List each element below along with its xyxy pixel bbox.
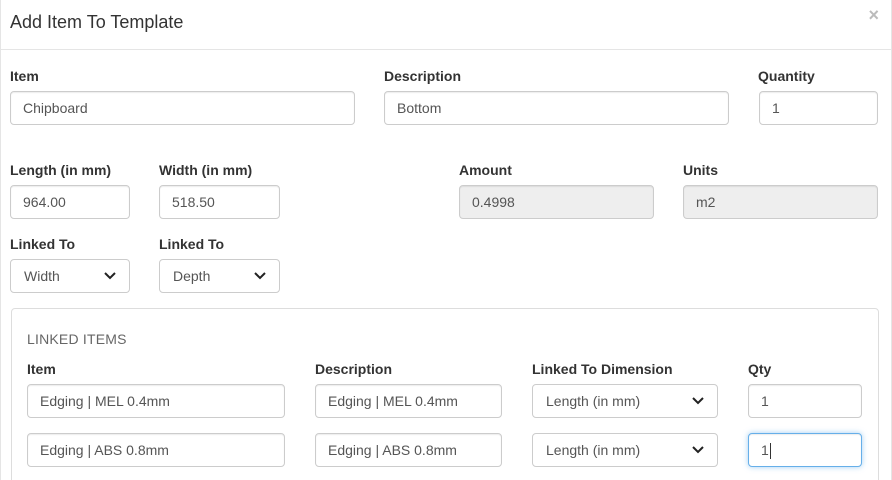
units-label: Units [683,162,718,178]
modal-header: Add Item To Template × [1,0,891,50]
linked-to-width-label: Linked To [10,236,76,252]
linked-dimension-select[interactable]: Length (in mm) [532,384,718,418]
text-caret [769,443,771,460]
linked-to-depth-select[interactable]: Depth [159,259,280,293]
linked-dimension-select[interactable]: Length (in mm) [532,433,718,467]
description-label: Description [384,68,462,84]
item-label: Item [10,68,39,84]
amount-field [459,185,654,219]
linked-description-header: Description [315,361,393,377]
linked-description-input[interactable] [315,384,502,418]
chevron-down-icon [254,272,266,280]
linked-to-depth-label: Linked To [159,236,225,252]
linked-qty-input-focused[interactable]: 1 [748,433,862,467]
linked-qty-input[interactable] [748,384,862,418]
quantity-input[interactable] [759,91,878,125]
length-input[interactable] [10,185,130,219]
add-item-modal: Add Item To Template × Item Description … [0,0,892,480]
linked-dimension-value: Length (in mm) [546,442,641,458]
linked-qty-value: 1 [761,442,769,458]
linked-to-width-value: Width [24,268,60,284]
description-input[interactable] [384,91,729,125]
width-label: Width (in mm) [159,162,253,178]
linked-dimension-value: Length (in mm) [546,393,641,409]
width-input[interactable] [159,185,280,219]
linked-items-panel: LINKED ITEMS Item Description Linked To … [11,308,879,480]
linked-item-input[interactable] [27,433,285,467]
chevron-down-icon [692,446,704,454]
linked-to-depth-value: Depth [173,268,211,284]
amount-label: Amount [459,162,512,178]
chevron-down-icon [104,272,116,280]
chevron-down-icon [692,397,704,405]
linked-item-header: Item [27,361,56,377]
modal-title: Add Item To Template [10,12,184,32]
linked-item-input[interactable] [27,384,285,418]
close-icon[interactable]: × [868,6,879,24]
length-label: Length (in mm) [10,162,112,178]
quantity-label: Quantity [758,68,815,84]
linked-description-input[interactable] [315,433,502,467]
linked-to-width-select[interactable]: Width [10,259,130,293]
linked-items-title: LINKED ITEMS [27,331,127,347]
item-input[interactable] [10,91,355,125]
linked-qty-header: Qty [748,361,772,377]
units-field [683,185,878,219]
linked-dimension-header: Linked To Dimension [532,361,673,377]
